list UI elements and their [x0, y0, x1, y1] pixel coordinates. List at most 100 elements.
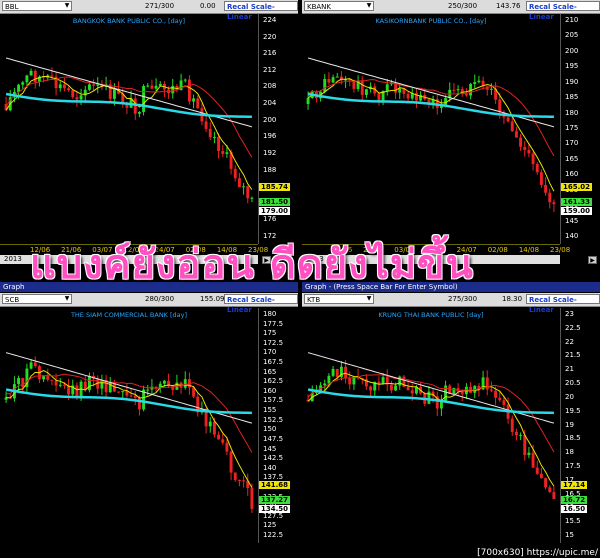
candle-body [146, 85, 150, 87]
price-tick: 162.5 [263, 377, 284, 386]
symbol-input[interactable]: BBL ▼ [2, 1, 72, 11]
candle-body [539, 172, 543, 185]
candle-body [58, 84, 62, 89]
price-tick: 172.5 [263, 338, 284, 347]
candle-body [233, 168, 237, 179]
price-tick: 200 [263, 115, 277, 124]
candle-body [369, 386, 373, 391]
price-tick: 180 [565, 108, 579, 117]
price-tick: 170 [263, 348, 277, 357]
candle-body [456, 89, 460, 91]
candle-body [87, 375, 91, 391]
candle-body [17, 378, 21, 385]
chart-pane-ktb: Graph - (Press Space Bar For Enter Symbo… [302, 282, 600, 545]
candle-body [389, 384, 393, 391]
candle-body [485, 377, 489, 390]
chevron-down-icon[interactable]: ▼ [63, 295, 71, 303]
symbol-text: KBANK [307, 3, 332, 11]
price-marker-label: 165.02 [561, 183, 593, 192]
candle-body [71, 90, 75, 98]
price-tick: 152.5 [263, 415, 284, 424]
overlay-caption: แบงค์ยังอ่อน ดีดยังไม่ขึ้น [30, 242, 474, 288]
candle-body [323, 383, 327, 386]
last-value: 143.76 [496, 2, 521, 10]
date-tick: 02/08 [487, 246, 508, 254]
price-tick: 15.5 [565, 517, 581, 526]
candle-body [527, 149, 531, 154]
candlestick-chart [306, 352, 556, 500]
candle-body [25, 75, 29, 83]
candle-body [250, 197, 254, 199]
candle-body [237, 178, 241, 188]
ma-long-line [307, 92, 554, 119]
candle-body [335, 368, 339, 377]
candle-body [58, 384, 62, 386]
price-tick: 175 [565, 124, 579, 132]
candle-body [183, 79, 187, 81]
candle-body [444, 98, 448, 105]
price-tick: 140 [263, 463, 277, 472]
price-tick: 216 [263, 49, 277, 58]
bar-count: 275/300 [448, 295, 478, 303]
symbol-text: BBL [5, 3, 19, 11]
candle-body [460, 391, 464, 395]
chevron-down-icon[interactable]: ▼ [63, 2, 71, 10]
recal-scale-button[interactable]: Recal Scale-Linear [526, 1, 600, 21]
candle-body [452, 89, 456, 91]
price-tick: 147.5 [263, 434, 284, 443]
candle-body [29, 362, 33, 369]
chevron-down-icon[interactable]: ▼ [365, 295, 373, 303]
candle-body [142, 86, 146, 112]
candle-body [129, 395, 133, 397]
scroll-right-button[interactable]: ▶ [588, 256, 597, 264]
price-scale: 180 177.5 175 172.5 170 167.5 165 162.5 160 157.5… [258, 308, 298, 543]
price-tick: 205 [565, 31, 579, 40]
price-tick: 195 [565, 62, 579, 71]
candle-body [221, 439, 225, 443]
symbol-text: SCB [5, 296, 20, 304]
price-tick: 170 [565, 139, 579, 148]
chevron-down-icon[interactable]: ▼ [365, 2, 373, 10]
candle-body [548, 192, 552, 203]
candle-body [50, 75, 54, 77]
candle-body [348, 377, 352, 385]
candle-body [242, 186, 246, 188]
price-scale: 2102052001951901851801751701651601551501… [560, 14, 600, 244]
ma-fast-line [307, 372, 555, 487]
price-tick: 167.5 [263, 358, 284, 367]
ma-fast-line [5, 76, 253, 190]
price-tick: 142.5 [263, 454, 284, 463]
candle-body [42, 376, 46, 380]
candle-body [221, 151, 225, 154]
recal-scale-button[interactable]: Recal Scale-Linear [224, 1, 298, 21]
price-tick: 125 [263, 521, 277, 530]
candle-body [514, 431, 518, 436]
candle-body [187, 79, 191, 102]
candle-body [133, 98, 137, 114]
last-value: 18.30 [502, 295, 523, 303]
candle-body [50, 379, 54, 381]
candle-body [514, 131, 518, 138]
price-marker-label: 137.27 [259, 496, 291, 504]
ma-mid-line [307, 374, 555, 453]
candle-body [96, 84, 100, 86]
candle-body [439, 401, 443, 409]
candle-body [364, 89, 368, 95]
ma-mid-line [6, 373, 253, 453]
candle-body [452, 388, 456, 394]
price-tick: 180 [263, 310, 277, 318]
price-scale: 2322.52221.52120.52019.51918.51817.51716… [560, 308, 600, 543]
last-value: 0.00 [200, 2, 216, 10]
candle-body [344, 366, 348, 378]
recal-scale-button[interactable]: Recal Scale-Linear [526, 294, 600, 314]
candle-body [523, 146, 527, 150]
candle-body [544, 184, 548, 193]
candle-body [246, 186, 250, 199]
candle-body [217, 434, 221, 440]
candle-body [381, 377, 385, 384]
candle-body [112, 89, 116, 99]
candle-body [410, 390, 414, 394]
symbol-input[interactable]: KBANK ▼ [304, 1, 374, 11]
candle-body [117, 391, 121, 393]
candle-body [489, 88, 493, 90]
